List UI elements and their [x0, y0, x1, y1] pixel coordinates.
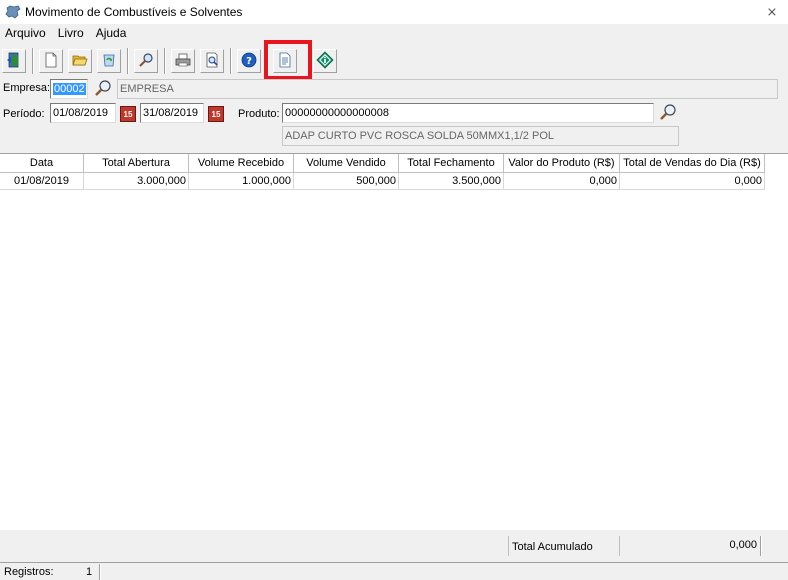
- cell-volume-vendido[interactable]: 500,000: [294, 173, 399, 190]
- open-folder-icon: [72, 52, 88, 71]
- menu-ajuda[interactable]: Ajuda: [91, 24, 134, 42]
- app-icon: [5, 5, 21, 19]
- menu-arquivo[interactable]: Arquivo: [0, 24, 53, 42]
- calendar-icon: 15: [208, 106, 224, 122]
- exit-door-icon: [6, 52, 22, 71]
- printer-icon: [175, 52, 191, 71]
- column-header-volume-vendido[interactable]: Volume Vendido: [294, 154, 399, 173]
- table-row[interactable]: 01/08/2019 3.000,000 1.000,000 500,000 3…: [0, 173, 765, 190]
- cell-total-abertura[interactable]: 3.000,000: [84, 173, 189, 190]
- menu-livro[interactable]: Livro: [53, 24, 91, 42]
- help-button[interactable]: ?: [237, 49, 261, 73]
- grid-header: Data Total Abertura Volume Recebido Volu…: [0, 154, 765, 173]
- print-button[interactable]: [171, 49, 195, 73]
- produto-search-button[interactable]: [657, 102, 679, 124]
- exit-button[interactable]: [2, 49, 26, 73]
- window-title: Movimento de Combustíveis e Solventes: [25, 5, 243, 19]
- cell-volume-recebido[interactable]: 1.000,000: [189, 173, 294, 190]
- info-icon: [316, 50, 334, 72]
- column-header-volume-recebido[interactable]: Volume Recebido: [189, 154, 294, 173]
- empresa-label: Empresa:: [3, 82, 51, 94]
- empresa-name-field: EMPRESA: [117, 79, 778, 99]
- empresa-search-button[interactable]: [92, 78, 114, 100]
- column-header-total-fechamento[interactable]: Total Fechamento: [399, 154, 504, 173]
- cell-total-fechamento[interactable]: 3.500,000: [399, 173, 504, 190]
- data-grid[interactable]: Data Total Abertura Volume Recebido Volu…: [0, 153, 788, 530]
- print-preview-button[interactable]: [200, 49, 224, 73]
- close-icon[interactable]: ⨯: [764, 4, 780, 20]
- toolbar-separator: [127, 48, 129, 74]
- toolbar-separator: [32, 48, 34, 74]
- column-header-data[interactable]: Data: [0, 154, 84, 173]
- status-bar: Registros: 1: [0, 562, 788, 580]
- open-button[interactable]: [68, 49, 92, 73]
- periodo-start-calendar-button[interactable]: 15: [117, 103, 139, 125]
- total-acumulado-label: Total Acumulado (R$):: [508, 536, 620, 575]
- calendar-icon: 15: [120, 106, 136, 122]
- title-bar: Movimento de Combustíveis e Solventes ⨯: [0, 0, 788, 24]
- magnifier-search-icon: [94, 79, 112, 100]
- refresh-button[interactable]: [97, 49, 121, 73]
- periodo-start-field[interactable]: 01/08/2019: [50, 103, 116, 123]
- print-preview-icon: [204, 52, 220, 71]
- footer-separator: [760, 536, 762, 556]
- toolbar-separator: [230, 48, 232, 74]
- help-icon: ?: [241, 52, 257, 71]
- registros-label: Registros:: [4, 566, 54, 578]
- info-button[interactable]: [313, 49, 337, 73]
- search-button[interactable]: [134, 49, 158, 73]
- magnifier-search-icon: [138, 52, 154, 71]
- periodo-end-field[interactable]: 31/08/2019: [140, 103, 204, 123]
- produto-label: Produto:: [238, 108, 280, 120]
- registros-count: 1: [86, 566, 93, 578]
- svg-text:?: ?: [246, 56, 252, 67]
- new-button[interactable]: [39, 49, 63, 73]
- cell-total-vendas-dia[interactable]: 0,000: [620, 173, 765, 190]
- status-separator: [99, 564, 101, 580]
- empresa-code-field[interactable]: 00002: [50, 79, 88, 99]
- produto-description-field: ADAP CURTO PVC ROSCA SOLDA 50MMX1,1/2 PO…: [282, 126, 679, 146]
- empresa-code-value: 00002: [53, 83, 86, 95]
- produto-code-field[interactable]: 00000000000000008: [282, 103, 654, 123]
- total-acumulado-value: 0,000: [729, 539, 757, 551]
- cell-data[interactable]: 01/08/2019: [0, 173, 84, 190]
- toolbar-separator: [164, 48, 166, 74]
- footer-totals: Total Acumulado (R$): 0,000: [0, 530, 788, 575]
- cell-valor-produto[interactable]: 0,000: [504, 173, 620, 190]
- periodo-end-calendar-button[interactable]: 15: [205, 103, 227, 125]
- column-header-valor-produto[interactable]: Valor do Produto (R$): [504, 154, 620, 173]
- menu-bar: Arquivo Livro Ajuda: [0, 24, 788, 42]
- periodo-label: Período:: [3, 108, 45, 120]
- magnifier-search-icon: [659, 103, 677, 124]
- column-header-total-abertura[interactable]: Total Abertura: [84, 154, 189, 173]
- new-document-icon: [43, 52, 59, 71]
- toolbar: ?: [0, 44, 788, 78]
- highlight-box: [264, 40, 312, 80]
- refresh-recycle-icon: [101, 52, 117, 71]
- column-header-total-vendas-dia[interactable]: Total de Vendas do Dia (R$): [620, 154, 765, 173]
